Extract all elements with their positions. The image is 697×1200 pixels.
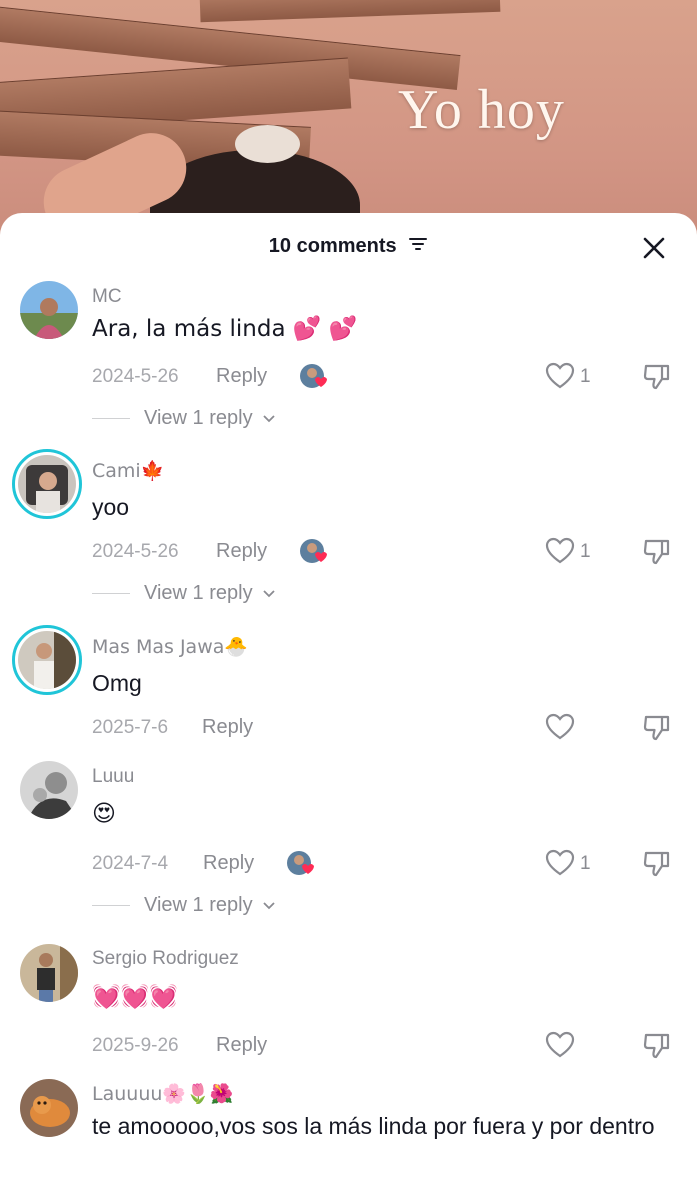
heart-icon[interactable] xyxy=(545,1030,575,1060)
video-overlay-text: Yo hoy xyxy=(398,79,565,141)
comment-date: 2024-5-26 xyxy=(92,366,179,387)
avatar[interactable] xyxy=(20,1079,78,1137)
comment-count-header[interactable]: 10 comments xyxy=(0,235,697,258)
reply-button[interactable]: Reply xyxy=(203,852,254,875)
comment-username[interactable]: Sergio Rodriguez xyxy=(92,948,239,970)
avatar-story-ring[interactable] xyxy=(12,449,82,519)
avatar xyxy=(18,631,76,689)
hair-scrunchie xyxy=(235,125,300,163)
thumbs-down-icon[interactable] xyxy=(642,536,672,566)
like-count: 1 xyxy=(580,853,591,874)
comment-date: 2025-9-26 xyxy=(92,1035,179,1056)
divider xyxy=(92,593,130,595)
comment-text: yoo xyxy=(92,494,130,520)
comment-date: 2024-5-26 xyxy=(92,541,179,562)
reply-button[interactable]: Reply xyxy=(202,716,253,739)
view-replies-link[interactable]: View 1 reply xyxy=(92,582,276,605)
comment-count: 10 comments xyxy=(268,235,397,257)
avatar xyxy=(18,455,76,513)
comment-username[interactable]: MC xyxy=(92,286,122,308)
comments-sheet: 10 comments MC Ara, la más linda 💕 💕 202… xyxy=(0,213,697,1200)
heart-icon[interactable] xyxy=(545,712,575,742)
heart-icon[interactable] xyxy=(545,848,575,878)
sort-filter-icon[interactable] xyxy=(408,235,428,258)
reply-button[interactable]: Reply xyxy=(216,1034,267,1057)
comment-text: 😍 xyxy=(92,801,116,827)
avatar[interactable] xyxy=(20,761,78,819)
heart-icon[interactable] xyxy=(545,361,575,391)
divider xyxy=(92,418,130,420)
view-replies-label: View 1 reply xyxy=(144,407,253,429)
reply-button[interactable]: Reply xyxy=(216,365,267,388)
comment-text: te amooooo,vos sos la más linda por fuer… xyxy=(92,1113,655,1139)
comment-username[interactable]: Cami🍁 xyxy=(92,459,164,482)
view-replies-label: View 1 reply xyxy=(144,582,253,604)
thumbs-down-icon[interactable] xyxy=(642,712,672,742)
reply-button[interactable]: Reply xyxy=(216,540,267,563)
thumbs-down-icon[interactable] xyxy=(642,848,672,878)
heart-icon[interactable] xyxy=(545,536,575,566)
close-icon[interactable] xyxy=(641,235,667,261)
avatar[interactable] xyxy=(20,944,78,1002)
comment-username[interactable]: Lauuuu🌸🌷🌺 xyxy=(92,1082,233,1105)
comment-text: Omg xyxy=(92,670,142,696)
thumbs-down-icon[interactable] xyxy=(642,1030,672,1060)
creator-liked-avatar xyxy=(299,538,327,566)
thumbs-down-icon[interactable] xyxy=(642,361,672,391)
view-replies-label: View 1 reply xyxy=(144,894,253,916)
comment-text: Ara, la más linda 💕 💕 xyxy=(92,316,358,342)
chevron-down-icon xyxy=(263,590,275,597)
comment-username[interactable]: Mas Mas Jawa🐣 xyxy=(92,635,248,658)
ceiling-beam xyxy=(199,0,501,23)
comment-date: 2024-7-4 xyxy=(92,853,169,874)
view-replies-link[interactable]: View 1 reply xyxy=(92,894,276,917)
view-replies-link[interactable]: View 1 reply xyxy=(92,407,276,430)
sheet-header: 10 comments xyxy=(0,213,697,279)
chevron-down-icon xyxy=(263,902,275,909)
chevron-down-icon xyxy=(263,415,275,422)
creator-liked-avatar xyxy=(299,363,327,391)
like-count: 1 xyxy=(580,366,591,387)
creator-liked-avatar xyxy=(286,850,314,878)
like-count: 1 xyxy=(580,541,591,562)
avatar-story-ring[interactable] xyxy=(12,625,82,695)
comment-date: 2025-7-6 xyxy=(92,717,169,738)
divider xyxy=(92,905,130,907)
comment-text: 💓💓💓 xyxy=(92,984,178,1010)
comment-username[interactable]: Luuu xyxy=(92,766,134,788)
avatar[interactable] xyxy=(20,281,78,339)
